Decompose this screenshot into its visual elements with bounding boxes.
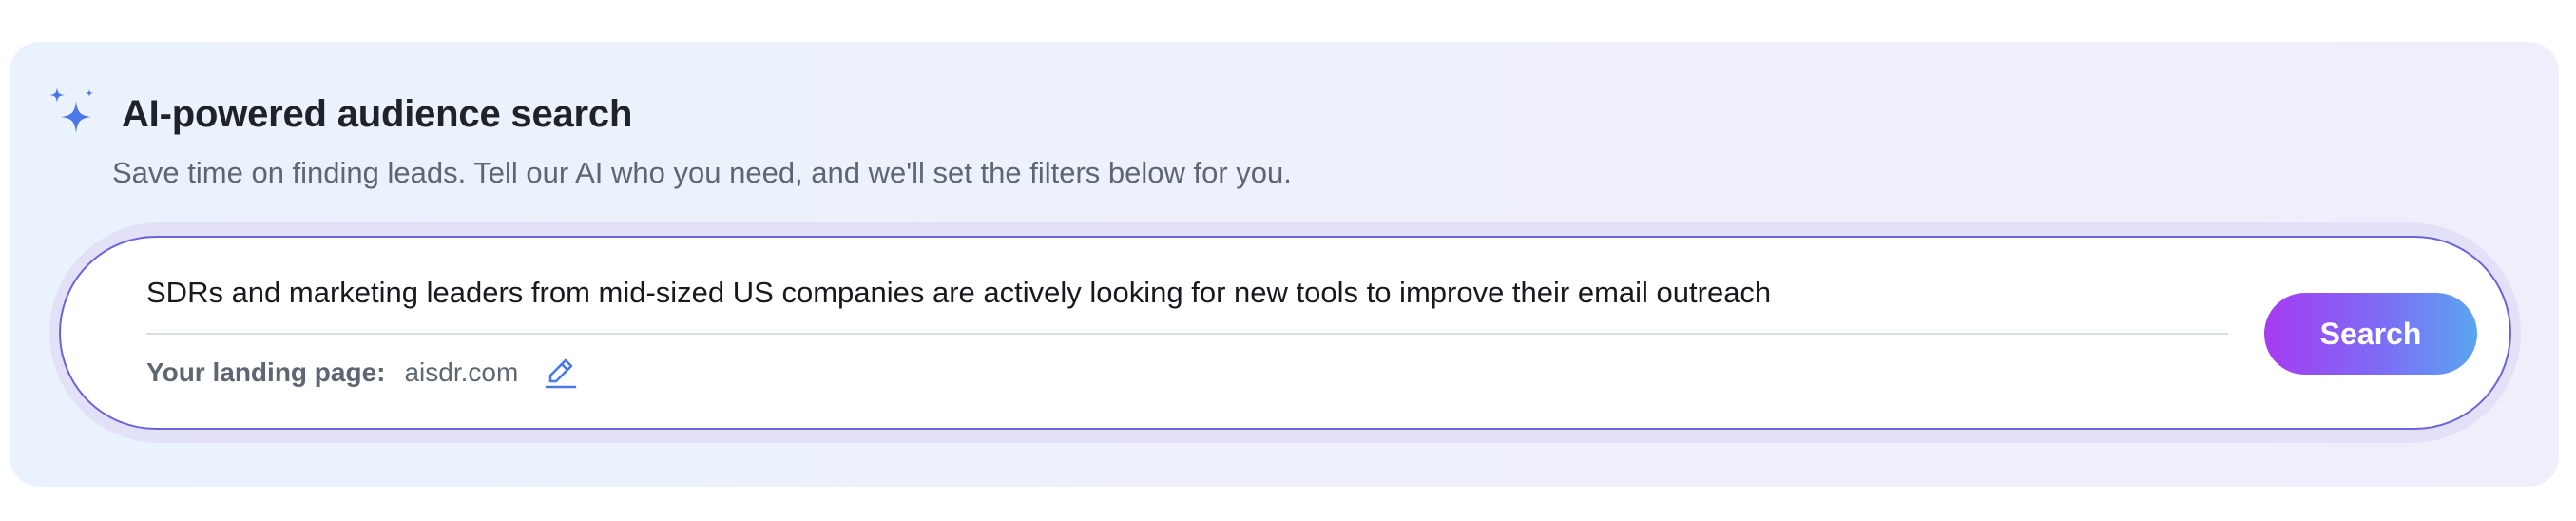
- input-divider: [146, 333, 2228, 335]
- pencil-icon[interactable]: [543, 355, 579, 391]
- search-button[interactable]: Search: [2264, 293, 2477, 375]
- page-subtitle: Save time on finding leads. Tell our AI …: [112, 156, 1292, 189]
- audience-query-input[interactable]: [146, 274, 2228, 312]
- landing-page-label: Your landing page:: [146, 357, 386, 387]
- landing-page-value: aisdr.com: [404, 357, 519, 387]
- page-title: AI-powered audience search: [122, 92, 633, 135]
- sparkle-icon: [49, 87, 93, 133]
- ai-audience-search-card: AI-powered audience search Save time on …: [10, 42, 2559, 487]
- card-header: AI-powered audience search: [48, 76, 632, 152]
- search-box: Your landing page: aisdr.com Search: [59, 236, 2511, 430]
- landing-page-row: Your landing page: aisdr.com: [146, 352, 579, 394]
